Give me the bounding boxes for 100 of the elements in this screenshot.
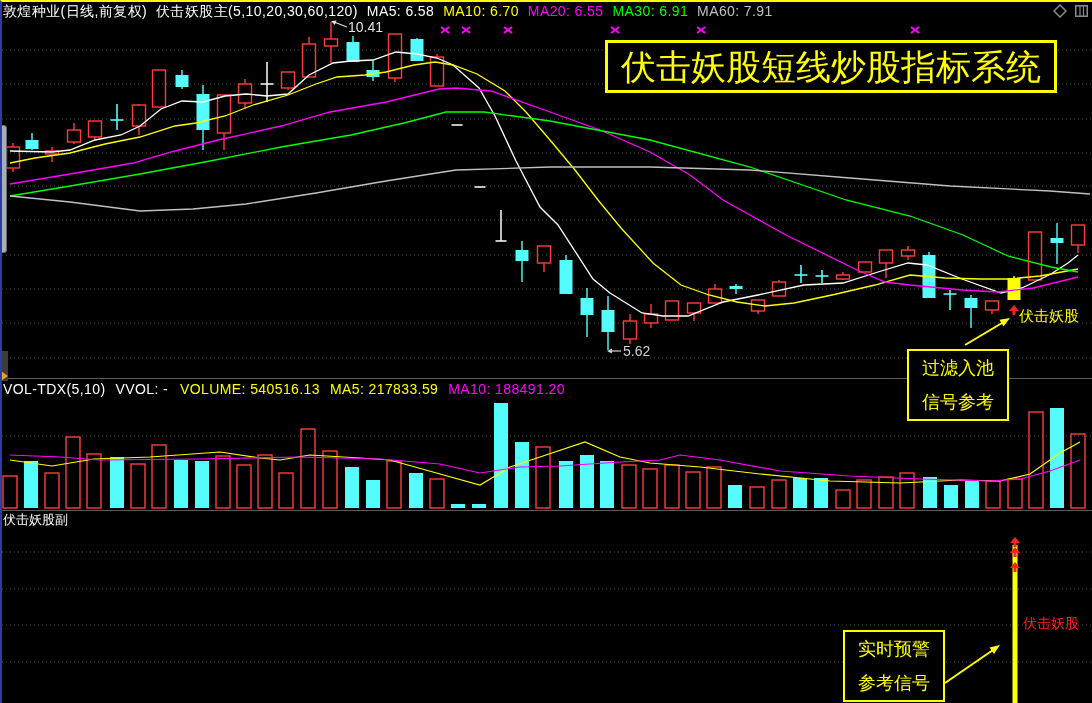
volume-bar bbox=[429, 478, 445, 509]
candlestick bbox=[964, 294, 978, 329]
ma-reading: MA5: 6.58 bbox=[366, 4, 435, 18]
volume-bar bbox=[706, 466, 722, 509]
volume-bar bbox=[130, 463, 146, 509]
candlestick bbox=[346, 35, 360, 63]
candlestick bbox=[750, 299, 766, 315]
volume-bar bbox=[600, 461, 614, 508]
volume-bar bbox=[257, 454, 273, 509]
pointer-arrow bbox=[964, 318, 1010, 346]
candlestick bbox=[1050, 222, 1064, 265]
volume-bar bbox=[835, 489, 851, 509]
candlestick bbox=[280, 71, 296, 91]
stock-title: 敦煌种业(日线,前复权) bbox=[3, 4, 147, 18]
volume-bar bbox=[814, 478, 828, 508]
candlestick bbox=[1070, 224, 1086, 254]
cross-marker-icon bbox=[440, 26, 450, 34]
volume-bar bbox=[174, 460, 188, 508]
signal-label: 伏击妖股 bbox=[1019, 308, 1079, 323]
volume-bar bbox=[44, 472, 60, 509]
callout-text: 实时预警 bbox=[858, 640, 930, 658]
candlestick bbox=[25, 132, 39, 151]
candlestick bbox=[559, 254, 573, 295]
candlestick bbox=[175, 69, 189, 90]
volume-bar bbox=[856, 479, 872, 509]
volume-bar bbox=[2, 475, 18, 509]
candlestick bbox=[66, 122, 82, 145]
arrow-up-icon bbox=[1009, 305, 1019, 315]
volume-bar bbox=[642, 468, 658, 509]
leader-arrow bbox=[331, 20, 348, 28]
candlestick bbox=[664, 300, 680, 321]
indicator-value: VVOL: - bbox=[115, 381, 169, 396]
volume-bar bbox=[451, 504, 465, 508]
candlestick bbox=[237, 78, 253, 110]
candlestick bbox=[196, 84, 210, 151]
price-label: 10.41 bbox=[348, 20, 384, 34]
volume-bar bbox=[86, 453, 102, 509]
title-banner: 伏击妖股短线炒股指标系统 bbox=[605, 40, 1057, 93]
expand-arrow-icon[interactable] bbox=[2, 351, 10, 381]
candlestick bbox=[984, 300, 1000, 315]
candlestick bbox=[878, 249, 894, 279]
cross-marker-icon bbox=[610, 26, 620, 34]
candlestick bbox=[835, 271, 851, 281]
candlestick bbox=[900, 245, 916, 261]
price-label: 5.62 bbox=[623, 344, 651, 358]
candlestick bbox=[686, 302, 702, 322]
panel-icon[interactable] bbox=[1075, 5, 1088, 17]
candlestick bbox=[922, 251, 936, 299]
volume-bar bbox=[151, 444, 167, 509]
side-handle[interactable] bbox=[2, 125, 7, 253]
volume-bar bbox=[1007, 478, 1023, 509]
volume-bar bbox=[278, 472, 294, 509]
volume-reading: MA5: 217833.59 bbox=[329, 381, 439, 396]
candlestick bbox=[323, 21, 339, 64]
candlestick bbox=[301, 36, 317, 78]
volume-reading: MA10: 188491.20 bbox=[448, 381, 565, 396]
leader-arrow bbox=[607, 348, 622, 354]
volume-bar bbox=[728, 485, 742, 508]
candlestick bbox=[793, 264, 809, 284]
volume-bar bbox=[621, 464, 637, 509]
indicator-name: 伏击妖股主(5,10,20,30,60,120) bbox=[156, 4, 358, 18]
volume-bar bbox=[322, 450, 338, 509]
candlestick bbox=[44, 146, 60, 163]
candlestick bbox=[643, 303, 659, 329]
volume-bar bbox=[899, 472, 915, 509]
volume-bar bbox=[472, 504, 486, 508]
cross-marker-icon bbox=[910, 26, 920, 34]
candlestick bbox=[216, 94, 232, 151]
callout-text: 参考信号 bbox=[858, 674, 930, 692]
volume-bar bbox=[580, 455, 594, 508]
candlestick bbox=[580, 287, 594, 338]
volume-bar bbox=[515, 442, 529, 508]
volume-bar bbox=[985, 480, 1001, 509]
volume-bar bbox=[24, 461, 38, 508]
ma-reading: MA20: 6.55 bbox=[527, 4, 604, 18]
candlestick bbox=[151, 69, 167, 108]
candlestick bbox=[536, 245, 552, 273]
volume-bar bbox=[236, 464, 252, 509]
candlestick bbox=[707, 283, 723, 304]
candlestick bbox=[515, 240, 529, 283]
cross-marker-icon bbox=[696, 26, 706, 34]
candlestick bbox=[1027, 231, 1043, 281]
candlestick bbox=[622, 313, 638, 345]
volume-bar bbox=[664, 464, 680, 509]
diamond-icon[interactable] bbox=[1053, 4, 1067, 18]
volume-bar bbox=[878, 476, 894, 509]
candlestick bbox=[857, 261, 873, 273]
candlestick bbox=[450, 124, 464, 126]
callout-text: 信号参考 bbox=[922, 393, 994, 411]
ma-reading: MA10: 6.70 bbox=[443, 4, 519, 18]
panel-title: 伏击妖股副 bbox=[3, 512, 68, 526]
volume-bar bbox=[110, 457, 124, 508]
candlestick bbox=[601, 295, 615, 351]
candlestick bbox=[771, 279, 787, 297]
volume-bar bbox=[345, 467, 359, 508]
ma-reading: MA30: 6.91 bbox=[612, 4, 689, 18]
volume-bar bbox=[559, 461, 573, 508]
candlestick bbox=[131, 103, 147, 136]
candlestick bbox=[387, 33, 403, 83]
volume-bar bbox=[793, 478, 807, 508]
